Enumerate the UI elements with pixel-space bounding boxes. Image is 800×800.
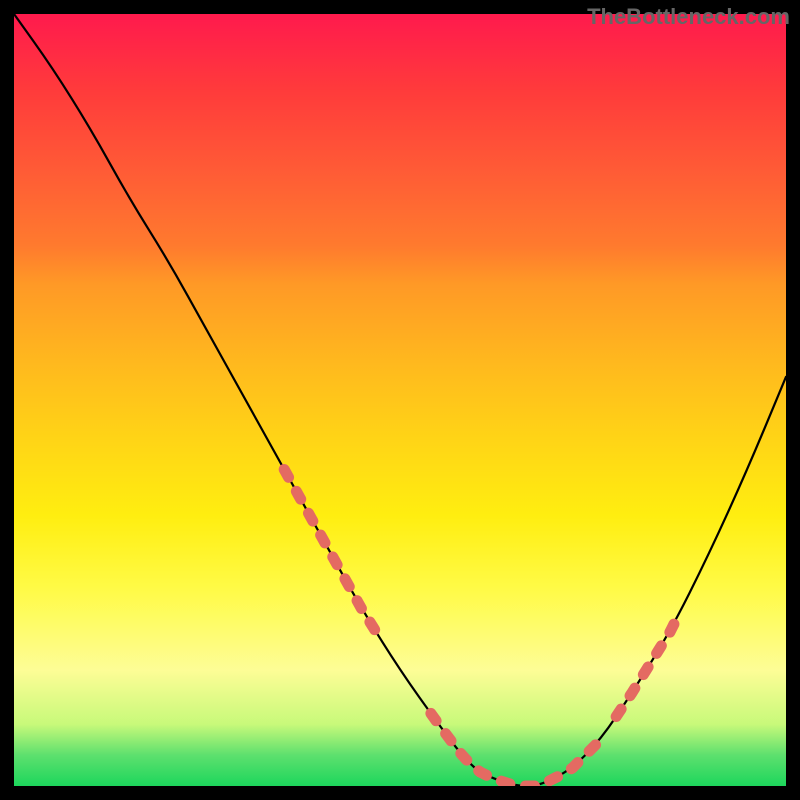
highlight-segments (284, 469, 678, 786)
highlight-segment (431, 713, 601, 786)
watermark-text: TheBottleneck.com (587, 4, 790, 30)
plot-area (14, 14, 786, 786)
chart-svg (14, 14, 786, 786)
bottleneck-curve (14, 14, 786, 786)
